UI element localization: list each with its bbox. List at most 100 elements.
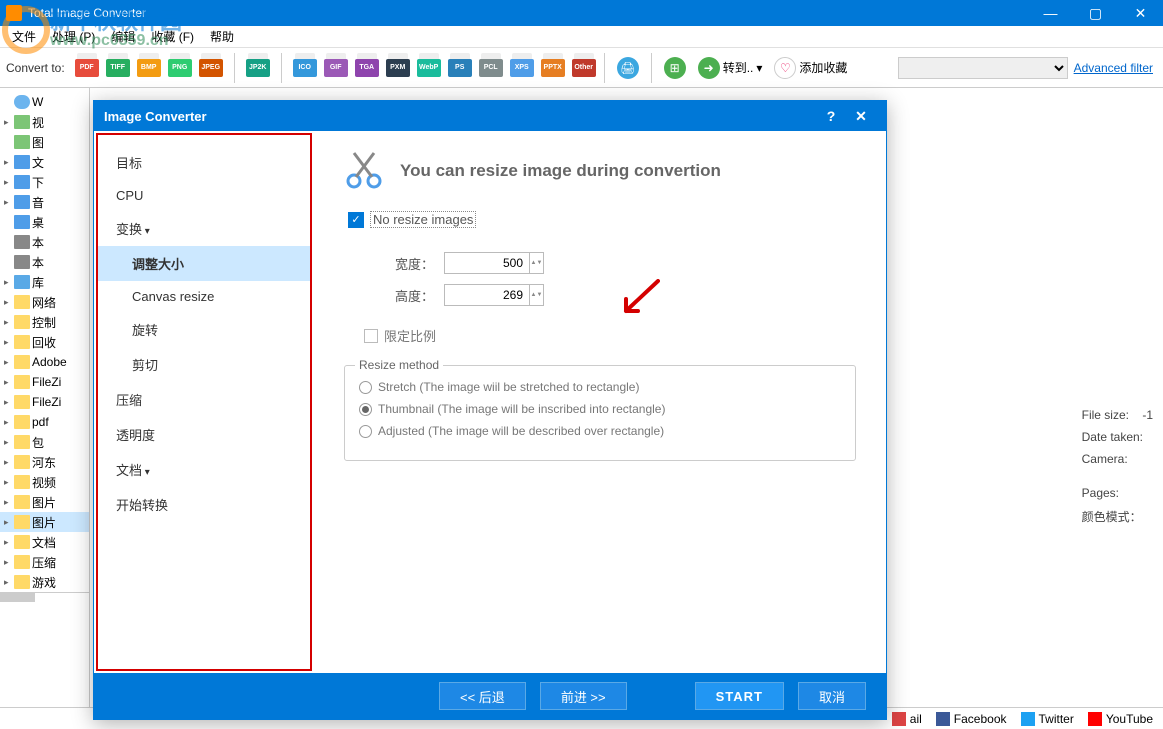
format-xps[interactable]: XPS [508,53,536,83]
social-twitter[interactable]: Twitter [1021,712,1074,726]
lock-ratio-checkbox[interactable] [364,329,378,343]
tree-item[interactable]: ▸图片 [0,492,89,512]
filter-select[interactable] [898,57,1068,79]
scissors-icon [344,151,384,191]
dialog-content: You can resize image during convertion ✓… [314,131,886,673]
format-ps[interactable]: PS [446,53,474,83]
format-other[interactable]: Other [570,53,598,83]
resize-method-radio[interactable]: Stretch (The image wiil be stretched to … [359,380,841,394]
convert-to-label: Convert to: [6,61,65,75]
tree-item[interactable]: ▸图片 [0,512,89,532]
menu-编辑[interactable]: 编辑 [103,28,143,45]
format-gif[interactable]: GIF [322,53,350,83]
dialog-title: Image Converter [104,109,207,124]
tree-item[interactable]: ▸河东 [0,452,89,472]
menu-处理 (P)[interactable]: 处理 (P) [44,28,103,45]
goto-button[interactable]: ➜转到..▾ [692,54,769,82]
tree-item[interactable]: ▸压缩 [0,552,89,572]
tree-item[interactable]: ▸文档 [0,532,89,552]
format-bmp[interactable]: BMP [135,53,163,83]
nav-压缩[interactable]: 压缩 [98,382,310,417]
menubar: 文件处理 (P)编辑收藏 (F)帮助 [0,26,1163,48]
format-webp[interactable]: WebP [415,53,443,83]
next-button[interactable]: 前进 >> [540,682,627,710]
lock-ratio-label: 限定比例 [384,326,436,345]
format-ico[interactable]: ICO [291,53,319,83]
resize-method-radio[interactable]: Thumbnail (The image will be inscribed i… [359,402,841,416]
social-youtube[interactable]: YouTube [1088,712,1153,726]
dialog-heading: You can resize image during convertion [400,161,721,181]
width-label: 宽度： [384,254,434,273]
tree-item[interactable]: ▸库 [0,272,89,292]
tree-item[interactable]: ▸FileZi [0,372,89,392]
close-button[interactable]: ✕ [1118,0,1163,26]
tree-item[interactable]: ▸下 [0,172,89,192]
dialog-help-button[interactable]: ? [816,108,846,124]
format-pptx[interactable]: PPTX [539,53,567,83]
format-png[interactable]: PNG [166,53,194,83]
social-facebook[interactable]: Facebook [936,712,1007,726]
app-icon [6,5,22,21]
tree-item[interactable]: ▸FileZi [0,392,89,412]
nav-CPU[interactable]: CPU [98,180,310,211]
dialog-close-button[interactable]: ✕ [846,108,876,125]
menu-帮助[interactable]: 帮助 [202,28,242,45]
format-pdf[interactable]: PDF [73,53,101,83]
image-converter-dialog: Image Converter ? ✕ 目标CPU变换调整大小Canvas re… [93,100,887,720]
dialog-titlebar: Image Converter ? ✕ [94,101,886,131]
tree-item[interactable]: ▸游戏 [0,572,89,592]
format-jpeg[interactable]: JPEG [197,53,225,83]
minimize-button[interactable]: — [1028,0,1073,26]
tree-item[interactable]: ▸视频 [0,472,89,492]
start-button[interactable]: START [695,682,784,710]
print-button[interactable]: 🖨 [611,54,645,82]
add-favorite-button[interactable]: ♡添加收藏 [768,54,853,82]
menu-收藏 (F)[interactable]: 收藏 (F) [143,28,202,45]
tree-item[interactable]: 本 [0,252,89,272]
tree-item[interactable]: ▸网络 [0,292,89,312]
nav-开始转换[interactable]: 开始转换 [98,487,310,522]
maximize-button[interactable]: ▢ [1073,0,1118,26]
tree-h-scrollbar[interactable] [0,592,89,602]
folder-tree[interactable]: W▸视图▸文▸下▸音桌本本▸库▸网络▸控制▸回收▸Adobe▸FileZi▸Fi… [0,88,90,707]
format-tga[interactable]: TGA [353,53,381,83]
nav-旋转[interactable]: 旋转 [98,312,310,347]
titlebar: Total Image Converter — ▢ ✕ [0,0,1163,26]
nav-透明度[interactable]: 透明度 [98,417,310,452]
menu-文件[interactable]: 文件 [4,28,44,45]
nav-目标[interactable]: 目标 [98,145,310,180]
back-button[interactable]: << 后退 [439,682,526,710]
height-input[interactable]: 269▲▼ [444,284,544,306]
nav-剪切[interactable]: 剪切 [98,347,310,382]
format-pcl[interactable]: PCL [477,53,505,83]
advanced-filter-link[interactable]: Advanced filter [1074,61,1153,75]
tree-item[interactable]: ▸pdf [0,412,89,432]
no-resize-label: No resize images [370,211,476,228]
nav-调整大小[interactable]: 调整大小 [98,246,310,281]
nav-变换[interactable]: 变换 [98,211,310,246]
toolbar: Convert to: PDFTIFFBMPPNGJPEG JP2K ICOGIFT… [0,48,1163,88]
tree-item[interactable]: ▸文 [0,152,89,172]
tree-item[interactable]: ▸回收 [0,332,89,352]
tree-item[interactable]: 本 [0,232,89,252]
tree-item[interactable]: 图 [0,132,89,152]
social-ail[interactable]: ail [892,712,922,726]
tree-item[interactable]: ▸视 [0,112,89,132]
format-jp2k[interactable]: JP2K [244,53,272,83]
nav-Canvas resize[interactable]: Canvas resize [98,281,310,312]
tree-item[interactable]: 桌 [0,212,89,232]
app-title: Total Image Converter [28,6,1028,20]
format-tiff[interactable]: TIFF [104,53,132,83]
resize-method-radio[interactable]: Adjusted (The image will be described ov… [359,424,841,438]
tree-item[interactable]: ▸控制 [0,312,89,332]
tree-item[interactable]: ▸包 [0,432,89,452]
tree-item[interactable]: W [0,92,89,112]
format-pxm[interactable]: PXM [384,53,412,83]
calc-button[interactable]: ⊞ [658,54,692,82]
nav-文档[interactable]: 文档 [98,452,310,487]
cancel-button[interactable]: 取消 [798,682,866,710]
tree-item[interactable]: ▸Adobe [0,352,89,372]
tree-item[interactable]: ▸音 [0,192,89,212]
width-input[interactable]: 500▲▼ [444,252,544,274]
no-resize-checkbox[interactable]: ✓ [348,212,364,228]
